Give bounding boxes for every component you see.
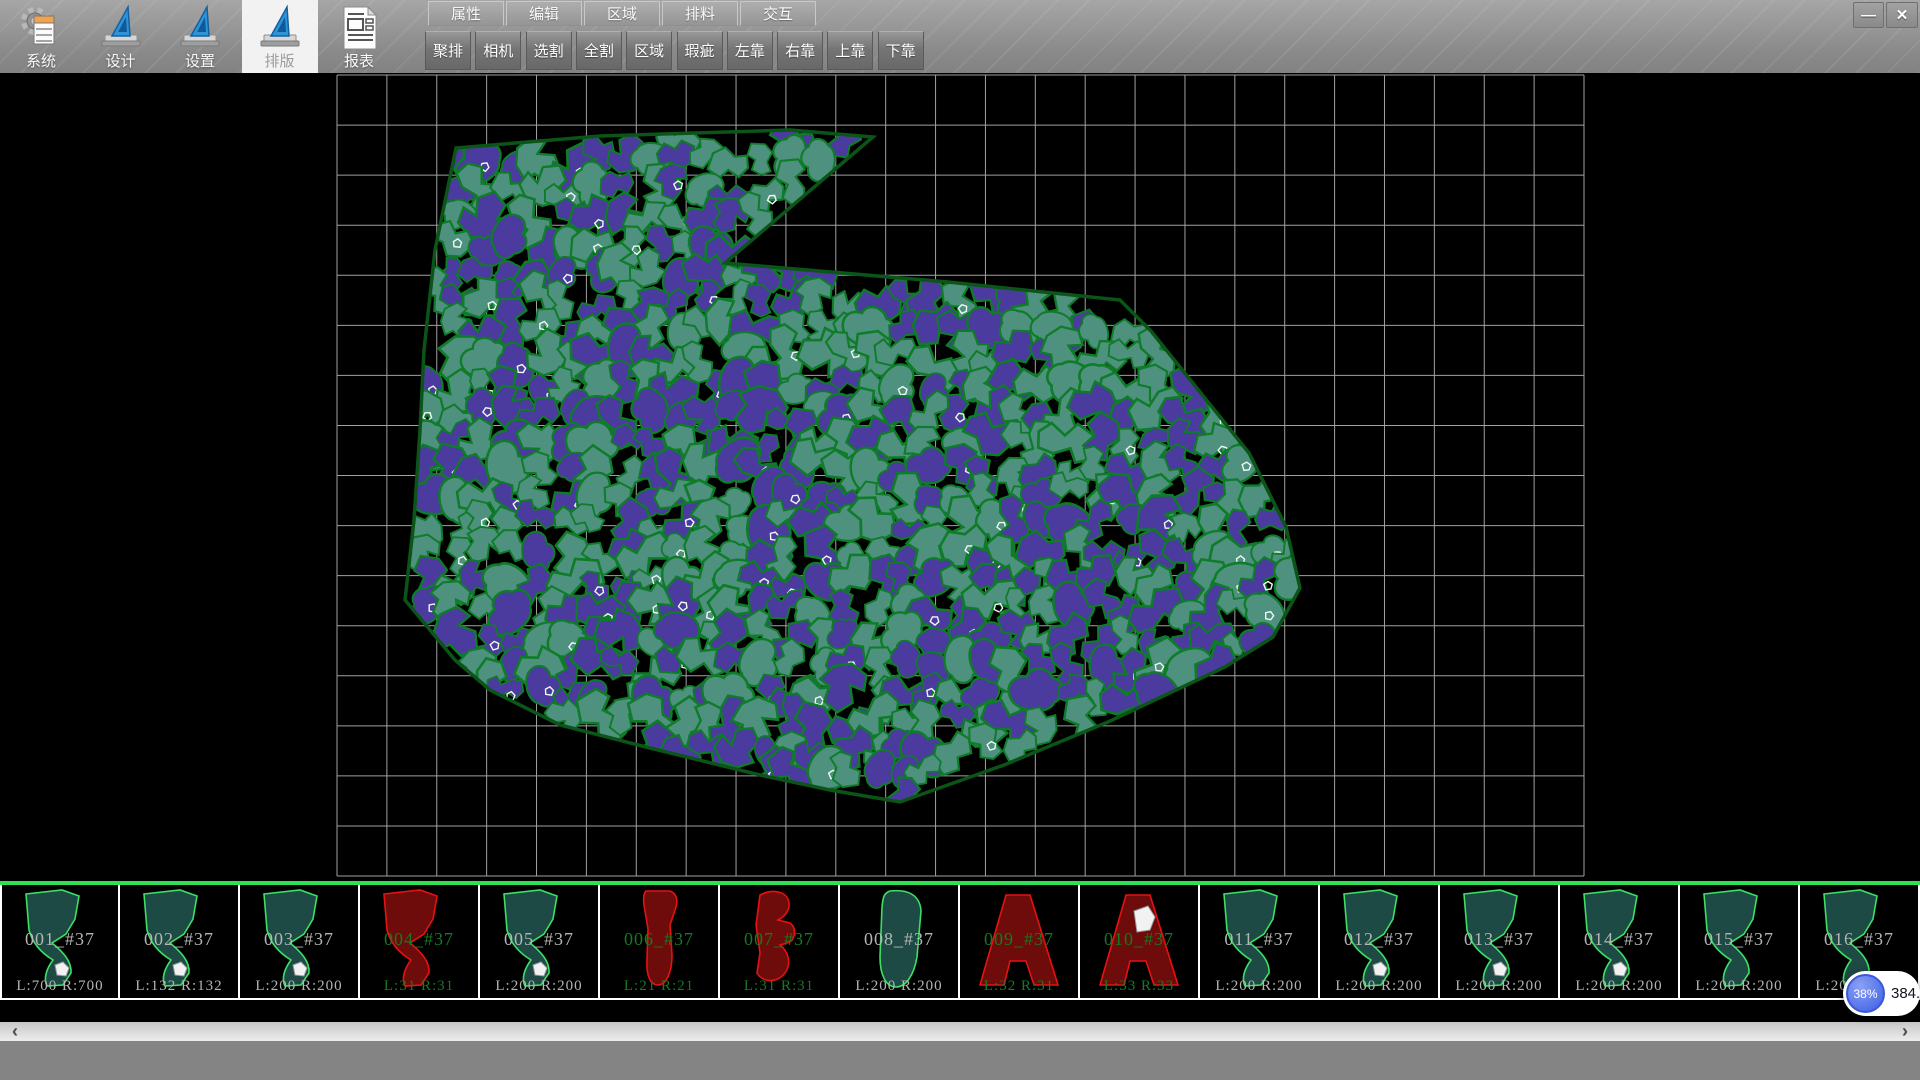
- piece-lr-label: L:200 R:200: [240, 978, 358, 995]
- piece-id-label: 006_#37: [600, 929, 718, 950]
- piece-id-label: 015_#37: [1680, 929, 1798, 950]
- toolbar-button-label: 排版: [264, 52, 294, 72]
- memory-percent-circle: 38%: [1846, 974, 1885, 1013]
- memory-amount: 384.8M: [1891, 985, 1920, 1002]
- system-gear-icon: [18, 4, 64, 52]
- set-square-icon: [257, 4, 303, 52]
- scroll-left-button[interactable]: ‹: [0, 1022, 30, 1041]
- piece-id-label: 004_#37: [360, 929, 478, 950]
- action-button-选割-2[interactable]: 选割: [526, 31, 572, 70]
- toolbar-button-label: 报表: [344, 52, 374, 72]
- piece-lr-label: L:132 R:132: [120, 978, 238, 995]
- piece-id-label: 016_#37: [1800, 929, 1918, 950]
- close-button[interactable]: ✕: [1886, 2, 1918, 28]
- piece-lr-label: L:200 R:200: [840, 978, 958, 995]
- nested-pieces: [395, 111, 1316, 823]
- horizontal-scrollbar[interactable]: ‹ ›: [0, 1022, 1920, 1041]
- memory-percent: 38%: [1853, 987, 1877, 1001]
- piece-lr-label: L:32 R:31: [960, 978, 1078, 995]
- scroll-right-button[interactable]: ›: [1890, 1022, 1920, 1041]
- piece-thumbnail-002_#37[interactable]: 002_#37 L:132 R:132: [120, 885, 240, 1000]
- piece-id-label: 001_#37: [2, 929, 118, 950]
- piece-lr-label: L:31 R:31: [360, 978, 478, 995]
- chevron-left-icon: ‹: [12, 1021, 18, 1042]
- piece-thumbnail-011_#37[interactable]: 011_#37 L:200 R:200: [1200, 885, 1320, 1000]
- piece-lr-label: L:21 R:21: [600, 978, 718, 995]
- piece-thumbnail-005_#37[interactable]: 005_#37 L:200 R:200: [480, 885, 600, 1000]
- nesting-app-window: 系统设计设置排版报表 属性编辑区域排料交互 聚排相机选割全割区域瑕疵左靠右靠上靠…: [0, 0, 1920, 1080]
- piece-id-label: 009_#37: [960, 929, 1078, 950]
- nesting-canvas[interactable]: [0, 73, 1920, 881]
- piece-lr-label: L:33 R:33: [1080, 978, 1198, 995]
- piece-lr-label: L:700 R:700: [2, 978, 118, 995]
- piece-thumbnail-013_#37[interactable]: 013_#37 L:200 R:200: [1440, 885, 1560, 1000]
- piece-id-label: 007_#37: [720, 929, 838, 950]
- piece-thumbnail-007_#37[interactable]: 007_#37 L:31 R:31: [720, 885, 840, 1000]
- toolbar-button-label: 设置: [185, 52, 215, 72]
- piece-thumbnail-009_#37[interactable]: 009_#37 L:32 R:31: [960, 885, 1080, 1000]
- toolbar-button-设计[interactable]: 设计: [83, 0, 159, 73]
- piece-thumbnail-010_#37[interactable]: 010_#37 L:33 R:33: [1080, 885, 1200, 1000]
- toolbar-button-label: 系统: [26, 52, 56, 72]
- toolbar-button-label: 设计: [105, 52, 135, 72]
- action-button-左靠-6[interactable]: 左靠: [727, 31, 773, 70]
- main-toolbar: 系统设计设置排版报表 属性编辑区域排料交互 聚排相机选割全割区域瑕疵左靠右靠上靠…: [0, 0, 1920, 74]
- action-button-聚排-0[interactable]: 聚排: [425, 31, 471, 70]
- piece-thumbnail-008_#37[interactable]: 008_#37 L:200 R:200: [840, 885, 960, 1000]
- piece-thumbnail-003_#37[interactable]: 003_#37 L:200 R:200: [240, 885, 360, 1000]
- piece-id-label: 008_#37: [840, 929, 958, 950]
- toolbar-button-设置[interactable]: 设置: [162, 0, 238, 73]
- toolbar-button-报表[interactable]: 报表: [321, 0, 397, 73]
- menu-tab-交互[interactable]: 交互: [740, 1, 816, 26]
- piece-thumbnail-014_#37[interactable]: 014_#37 L:200 R:200: [1560, 885, 1680, 1000]
- report-doc-icon: [336, 4, 382, 52]
- piece-lr-label: L:31 R:31: [720, 978, 838, 995]
- menu-tab-区域[interactable]: 区域: [584, 1, 660, 26]
- piece-thumbnail-006_#37[interactable]: 006_#37 L:21 R:21: [600, 885, 720, 1000]
- nested-piece: [744, 141, 775, 176]
- piece-id-label: 013_#37: [1440, 929, 1558, 950]
- set-square-icon: [177, 4, 223, 52]
- action-button-相机-1[interactable]: 相机: [475, 31, 521, 70]
- piece-thumbnail-strip: 001_#37L:700 R:700002_#37L:132 R:132003_…: [0, 885, 1920, 1002]
- piece-thumbnail-004_#37[interactable]: 004_#37 L:31 R:31: [360, 885, 480, 1000]
- action-button-上靠-8[interactable]: 上靠: [827, 31, 873, 70]
- piece-lr-label: L:200 R:200: [1560, 978, 1678, 995]
- piece-lr-label: L:200 R:200: [1320, 978, 1438, 995]
- piece-thumbnail-001_#37[interactable]: 001_#37 L:700 R:700: [0, 885, 120, 1000]
- piece-lr-label: L:200 R:200: [1440, 978, 1558, 995]
- piece-lr-label: L:200 R:200: [1680, 978, 1798, 995]
- action-button-瑕疵-5[interactable]: 瑕疵: [677, 31, 723, 70]
- piece-id-label: 011_#37: [1200, 929, 1318, 950]
- window-bottom-band: [0, 1041, 1920, 1080]
- piece-id-label: 003_#37: [240, 929, 358, 950]
- menu-tab-排料[interactable]: 排料: [662, 1, 738, 26]
- piece-thumbnail-012_#37[interactable]: 012_#37 L:200 R:200: [1320, 885, 1440, 1000]
- piece-thumbnail-015_#37[interactable]: 015_#37 L:200 R:200: [1680, 885, 1800, 1000]
- menu-tab-属性[interactable]: 属性: [428, 1, 504, 26]
- action-button-下靠-9[interactable]: 下靠: [878, 31, 924, 70]
- chevron-right-icon: ›: [1902, 1021, 1908, 1042]
- memory-monitor-badge[interactable]: 38% 384.8M: [1843, 971, 1920, 1016]
- piece-id-label: 010_#37: [1080, 929, 1198, 950]
- minimize-button[interactable]: —: [1853, 2, 1884, 28]
- toolbar-button-排版[interactable]: 排版: [242, 0, 318, 73]
- action-button-区域-4[interactable]: 区域: [626, 31, 672, 70]
- action-button-右靠-7[interactable]: 右靠: [777, 31, 823, 70]
- piece-id-label: 002_#37: [120, 929, 238, 950]
- piece-lr-label: L:200 R:200: [480, 978, 598, 995]
- set-square-icon: [98, 4, 144, 52]
- close-icon: ✕: [1896, 6, 1909, 24]
- piece-id-label: 012_#37: [1320, 929, 1438, 950]
- piece-lr-label: L:200 R:200: [1200, 978, 1318, 995]
- piece-id-label: 005_#37: [480, 929, 598, 950]
- piece-id-label: 014_#37: [1560, 929, 1678, 950]
- action-button-全割-3[interactable]: 全割: [576, 31, 622, 70]
- toolbar-button-系统[interactable]: 系统: [3, 0, 79, 73]
- minimize-icon: —: [1861, 7, 1876, 24]
- menu-tab-编辑[interactable]: 编辑: [506, 1, 582, 26]
- hide-nesting-drawing: [0, 73, 1920, 881]
